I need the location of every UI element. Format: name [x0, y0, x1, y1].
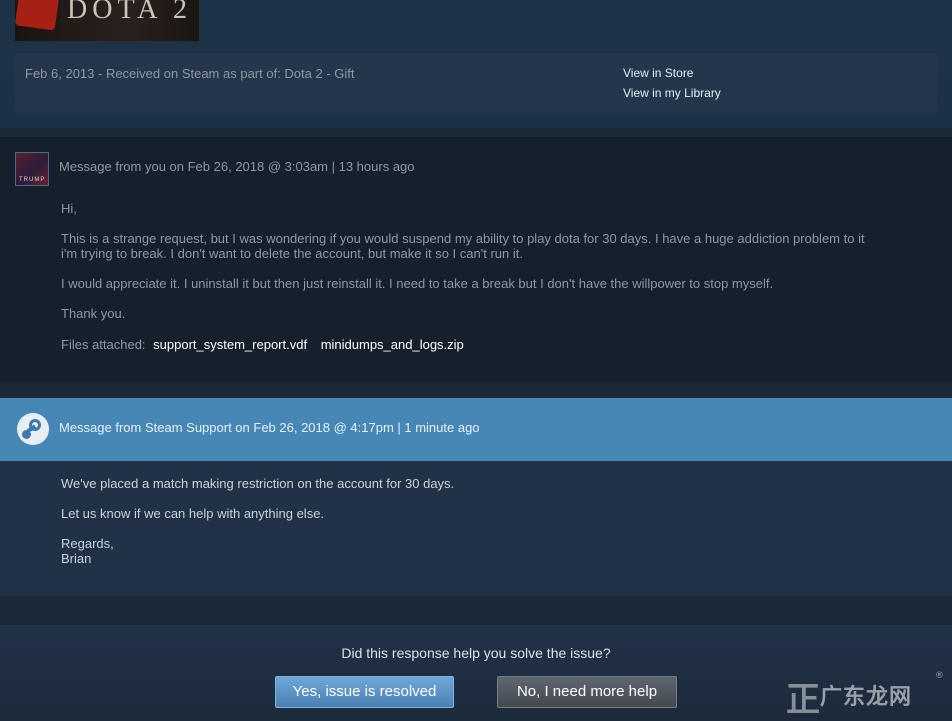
message-closing: Thank you. [61, 306, 126, 321]
user-avatar: TRUMP [15, 152, 49, 186]
support-signature: Brian [61, 551, 92, 566]
dota2-emblem-icon [15, 0, 60, 31]
site-watermark: 正 广东龙网 ® [786, 666, 948, 719]
watermark-reg: ® [936, 670, 943, 680]
feedback-question: Did this response help you solve the iss… [341, 645, 611, 661]
attachments-label: Files attached: [61, 337, 146, 352]
avatar-caption: TRUMP [19, 177, 46, 183]
message-paragraph-2: I would appreciate it. I uninstall it bu… [61, 276, 774, 291]
logo-text: DOTA 2 [67, 0, 192, 25]
view-in-library-link[interactable]: View in my Library [623, 86, 721, 100]
product-header: DOTA 2 Feb 6, 2013 - Received on Steam a… [0, 0, 952, 128]
message-paragraph-1b: i'm trying to break. I don't want to del… [61, 246, 523, 261]
purchase-details: Feb 6, 2013 - Received on Steam as part … [15, 53, 937, 113]
support-line-1: We've placed a match making restriction … [61, 476, 455, 491]
watermark-mark: 正 [786, 681, 820, 719]
attachments-row: Files attached: support_system_report.vd… [61, 337, 931, 352]
need-more-help-button[interactable]: No, I need more help [497, 676, 677, 708]
steam-logo-icon [17, 413, 49, 445]
message-greeting: Hi, [61, 201, 77, 216]
message-paragraph-1a: This is a strange request, but I was won… [61, 231, 865, 246]
user-message-header: Message from you on Feb 26, 2018 @ 3:03a… [59, 159, 415, 174]
resolved-button[interactable]: Yes, issue is resolved [275, 676, 454, 708]
purchase-info: Feb 6, 2013 - Received on Steam as part … [25, 66, 355, 81]
support-line-2: Let us know if we can help with anything… [61, 506, 325, 521]
support-message-header: Message from Steam Support on Feb 26, 20… [59, 420, 480, 435]
attachment-link[interactable]: support_system_report.vdf [153, 337, 307, 352]
support-regards: Regards, [61, 536, 114, 551]
view-in-store-link[interactable]: View in Store [623, 66, 693, 80]
attachment-link[interactable]: minidumps_and_logs.zip [321, 337, 464, 352]
dota2-logo-icon: DOTA 2 [15, 0, 199, 41]
watermark-text: 广东龙网 [820, 684, 913, 709]
